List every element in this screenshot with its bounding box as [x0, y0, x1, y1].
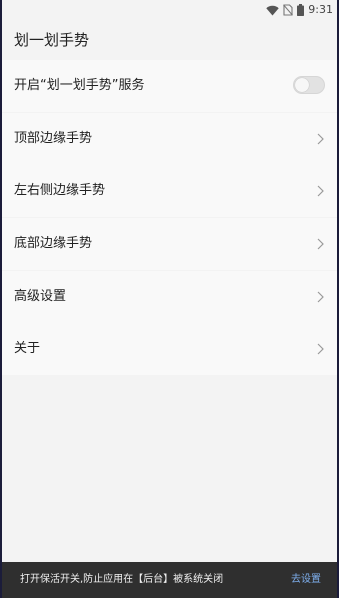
settings-item-top-edge[interactable]: 顶部边缘手势 [2, 113, 337, 165]
settings-item-label: 高级设置 [14, 289, 67, 304]
chevron-right-icon [317, 185, 324, 197]
service-toggle-switch[interactable] [293, 76, 325, 94]
settings-item-label: 关于 [14, 341, 41, 356]
settings-item-label: 顶部边缘手势 [14, 131, 93, 146]
settings-group-service: 开启“划一划手势”服务 [2, 60, 337, 112]
snackbar: 打开保活开关,防止应用在【后台】被系统关闭 去设置 [2, 562, 337, 598]
app-bar: 划一划手势 [2, 20, 337, 60]
service-toggle-row[interactable]: 开启“划一划手势”服务 [2, 60, 337, 112]
settings-item-bottom-edge[interactable]: 底部边缘手势 [2, 218, 337, 270]
status-icons: 9:31 [266, 3, 333, 17]
chevron-right-icon [317, 238, 324, 250]
wifi-icon [266, 5, 279, 15]
chevron-right-icon [317, 291, 324, 303]
page-title: 划一划手势 [14, 31, 90, 49]
chevron-right-icon [317, 343, 324, 355]
settings-group-bottom: 底部边缘手势 [2, 218, 337, 270]
no-sim-icon [283, 4, 294, 16]
settings-item-advanced[interactable]: 高级设置 [2, 271, 337, 323]
status-time: 9:31 [308, 3, 333, 16]
chevron-right-icon [317, 133, 324, 145]
settings-item-about[interactable]: 关于 [2, 323, 337, 375]
snackbar-action-button[interactable]: 去设置 [291, 571, 321, 589]
settings-group-edges: 顶部边缘手势 左右侧边缘手势 [2, 113, 337, 217]
screen: 9:31 划一划手势 开启“划一划手势”服务 顶部边缘手势 左右侧边缘手势 底部… [2, 0, 337, 598]
toggle-knob [295, 78, 309, 92]
settings-item-side-edge[interactable]: 左右侧边缘手势 [2, 165, 337, 217]
settings-item-label: 左右侧边缘手势 [14, 183, 106, 198]
status-bar: 9:31 [2, 0, 337, 20]
service-toggle-label: 开启“划一划手势”服务 [14, 78, 145, 93]
settings-item-label: 底部边缘手势 [14, 236, 93, 251]
battery-icon [297, 4, 305, 16]
settings-group-misc: 高级设置 关于 [2, 271, 337, 375]
snackbar-message: 打开保活开关,防止应用在【后台】被系统关闭 [20, 574, 224, 585]
